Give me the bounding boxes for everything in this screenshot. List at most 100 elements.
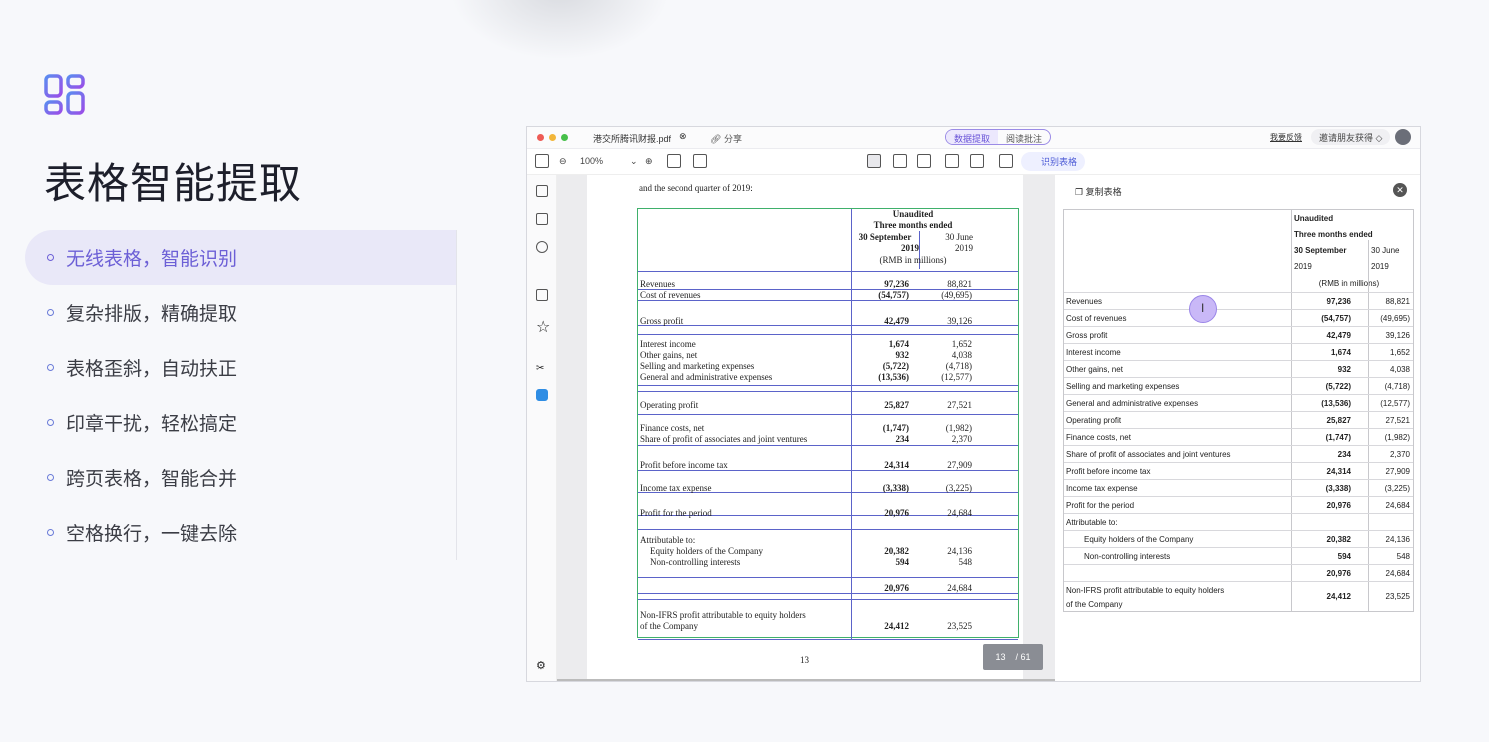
extracted-table-row: Cost of revenues (54,757) (49,695) [1064, 309, 1413, 326]
extracted-cell-v2: 88,821 [1385, 297, 1410, 306]
horizontal-scrollbar[interactable] [557, 679, 1055, 681]
extracted-cell-v2: 24,684 [1385, 569, 1410, 578]
window-controls [537, 134, 568, 141]
pdf-cell-v1: 42,479 [884, 316, 909, 326]
document-tab[interactable]: 港交所腾讯财报.pdf [593, 132, 671, 145]
invite-button[interactable]: 邀请朋友获得 ◇ [1311, 129, 1391, 145]
extracted-cell-v2: 27,521 [1385, 416, 1410, 425]
extracted-cell-v2: (1,982) [1384, 433, 1410, 442]
extracted-cell-v1: (5,722) [1325, 382, 1351, 391]
row-line [638, 577, 1018, 578]
feature-item-stamp-interference[interactable]: 印章干扰，轻松搞定 [25, 395, 457, 450]
row-line [638, 445, 1018, 446]
copy-page-icon[interactable] [693, 154, 707, 168]
pdf-intro-text: and the second quarter of 2019: [639, 183, 753, 193]
extracted-table[interactable]: Unaudited Three months ended 30 September 2… [1063, 209, 1414, 612]
extracted-cell-lbl: Non-IFRS profit attributable to equity h… [1066, 586, 1225, 595]
eye-icon[interactable] [867, 154, 881, 168]
extracted-cell-v1: 234 [1337, 450, 1351, 459]
maximize-window-icon[interactable] [561, 134, 568, 141]
recognize-table-button[interactable]: 识别表格 [1021, 152, 1086, 171]
pdf-cell-v2: 39,126 [947, 316, 972, 326]
extracted-cell-lbl: General and administrative expenses [1066, 399, 1199, 408]
feedback-link[interactable]: 我要反馈 [1270, 132, 1302, 143]
pdf-head-col2-year: 2019 [955, 243, 973, 253]
extracted-header-cell: 2019 [1371, 262, 1389, 271]
tab-close-icon[interactable]: ⊗ [679, 131, 687, 142]
pdf-cell-lbl: Selling and marketing expenses [640, 361, 755, 371]
pdf-cell-v1: 25,827 [884, 400, 909, 410]
close-icon[interactable]: ✕ [1393, 183, 1407, 197]
screenshot-icon[interactable] [945, 154, 959, 168]
pdf-cell-lbl: Operating profit [640, 400, 699, 410]
extracted-table-header: Unaudited Three months ended 30 September 2… [1064, 210, 1413, 292]
pdf-cell-v1: 20,976 [884, 508, 909, 518]
zoom-level[interactable]: 100% [580, 156, 603, 166]
close-window-icon[interactable] [537, 134, 544, 141]
feature-item-cross-page-merge[interactable]: 跨页表格，智能合并 [25, 450, 457, 505]
document-icon[interactable] [536, 185, 548, 197]
pdf-cell-lbl: Attributable to: [640, 535, 696, 545]
extracted-table-row: Selling and marketing expenses (5,722) (4,… [1064, 377, 1413, 394]
copy-icon: ❐ [1075, 187, 1084, 197]
extracted-table-row: Non-controlling interests 594 548 [1064, 547, 1413, 564]
app-plugin-icon[interactable] [536, 389, 548, 401]
row-line [638, 470, 1018, 471]
table-select-icon[interactable] [893, 154, 907, 168]
pdf-table[interactable]: Unaudited Three months ended 30 Septembe… [637, 208, 1019, 640]
pdf-cell-v1: 20,976 [884, 583, 909, 593]
pdf-cell-lbl: Non-controlling interests [650, 557, 741, 567]
feature-item-complex-layout[interactable]: 复杂排版，精确提取 [25, 285, 457, 340]
extracted-header-cell: Three months ended [1294, 230, 1373, 239]
zoom-out-icon[interactable]: ⊖ [559, 156, 567, 167]
extracted-header-cell: 30 June [1371, 246, 1400, 255]
list-icon[interactable] [536, 213, 548, 225]
bullet-icon [47, 364, 54, 371]
text-extract-icon[interactable] [970, 154, 984, 168]
pdf-cell-v2: 4,038 [951, 350, 972, 360]
star-icon[interactable]: ☆ [536, 317, 550, 336]
scroll-track[interactable] [1023, 175, 1055, 680]
table-clear-icon[interactable] [917, 154, 931, 168]
bullet-icon [47, 419, 54, 426]
pdf-cell-v2: 88,821 [947, 279, 972, 289]
row-line [638, 334, 1018, 335]
extracted-cell-v1: 594 [1337, 552, 1351, 561]
tab-read-annotate[interactable]: 阅读批注 [998, 130, 1050, 144]
pdf-cell-lbl: Equity holders of the Company [650, 546, 763, 556]
search-icon[interactable] [536, 241, 548, 253]
minimize-window-icon[interactable] [549, 134, 556, 141]
pdf-head-unit: (RMB in millions) [879, 255, 947, 265]
gear-icon[interactable]: ⚙ [536, 659, 548, 672]
scan-icon[interactable] [999, 154, 1013, 168]
zoom-in-icon[interactable]: ⊕ [645, 156, 653, 167]
extracted-table-row: General and administrative expenses (13,5… [1064, 394, 1413, 411]
page-indicator[interactable]: 13/ 61 [983, 644, 1043, 670]
extracted-table-row: of the Company [1064, 596, 1413, 611]
feature-item-skew-correction[interactable]: 表格歪斜，自动扶正 [25, 340, 457, 395]
copy-table-button[interactable]: ❐ 复制表格 [1075, 185, 1122, 198]
left-gutter [557, 175, 587, 680]
folder-icon[interactable] [535, 154, 549, 168]
pdf-cell-v1: 1,674 [888, 339, 909, 349]
scissors-icon[interactable]: ✂ [536, 363, 548, 375]
rotate-icon[interactable] [667, 154, 681, 168]
extracted-cell-lbl: Other gains, net [1066, 365, 1123, 374]
tab-data-extract[interactable]: 数据提取 [946, 130, 999, 144]
avatar[interactable] [1395, 129, 1411, 145]
chevron-down-icon[interactable]: ⌄ [630, 156, 638, 167]
extracted-header-cell: 30 September [1294, 246, 1347, 255]
pdf-cell-v2: 1,652 [951, 339, 972, 349]
pdf-cell-v2: 27,909 [947, 460, 972, 470]
bullet-icon [47, 309, 54, 316]
extracted-table-row: Gross profit 42,479 39,126 [1064, 326, 1413, 343]
download-icon[interactable] [536, 289, 548, 301]
feature-item-whitespace-removal[interactable]: 空格换行，一键去除 [25, 505, 457, 560]
feature-item-wireless-table[interactable]: 无线表格，智能识别 [25, 230, 457, 285]
extracted-cell-lbl: Finance costs, net [1066, 433, 1131, 442]
pdf-cell-lbl: Share of profit of associates and joint … [640, 434, 808, 444]
share-button[interactable]: 🔗︎ 分享 [710, 132, 742, 145]
pdf-cell-v1: 97,236 [884, 279, 909, 289]
pdf-cell-lbl: Profit for the period [640, 508, 712, 518]
left-sidebar: ☆ ✂ ⚙ [527, 175, 557, 681]
